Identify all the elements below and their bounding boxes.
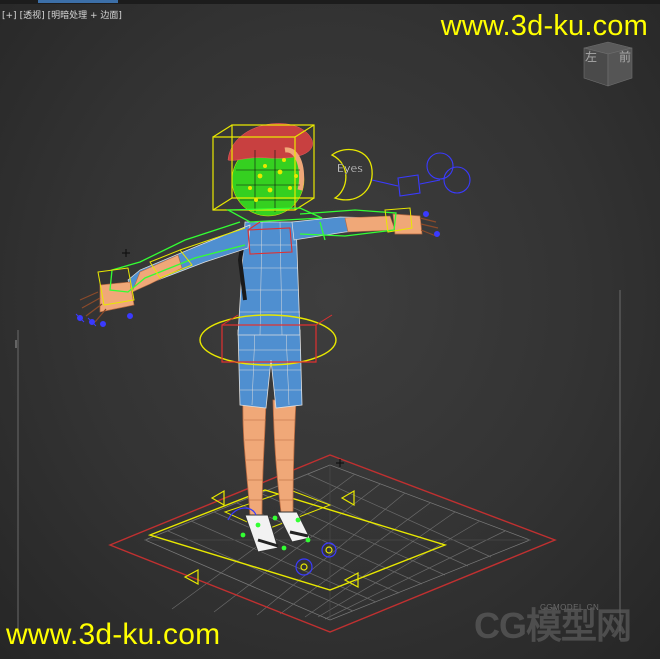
ground-grid [144, 464, 531, 621]
character-shoes[interactable] [244, 511, 311, 553]
cg-watermark-logo: CG模型网 [474, 605, 632, 646]
eyes-control-label: Eyes [337, 162, 363, 175]
perspective-viewport[interactable]: [+] [透视] [明暗处理 + 边面] Eyes 左 前 www.3d-ku.… [0, 0, 660, 659]
scene-canvas[interactable]: Eyes [0, 0, 660, 659]
viewcube[interactable] [578, 40, 638, 88]
character-legs[interactable] [242, 399, 297, 516]
watermark-bottom: www.3d-ku.com [6, 618, 221, 651]
character-shorts[interactable] [237, 329, 303, 409]
eye-target-helpers[interactable] [371, 152, 471, 197]
watermark-top: www.3d-ku.com [440, 10, 648, 42]
ground-verticals [17, 290, 621, 640]
character-left-arm[interactable] [79, 224, 251, 323]
